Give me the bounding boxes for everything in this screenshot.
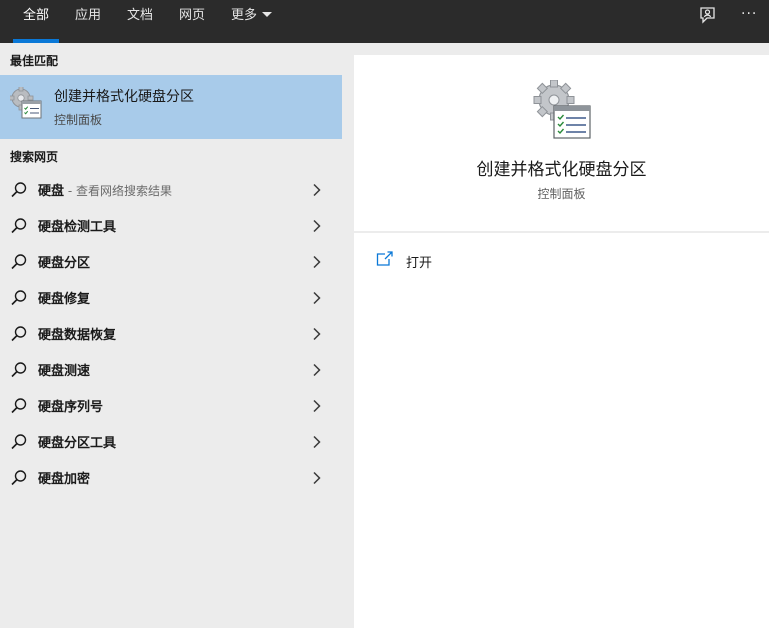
web-search-item[interactable]: 硬盘检测工具	[0, 207, 342, 243]
results-pane: 最佳匹配 创建并格式化硬盘分区 控制面板 搜索网页 硬盘 - 查看网络搜索结果 …	[0, 43, 342, 628]
open-icon	[376, 251, 394, 271]
web-search-item[interactable]: 硬盘修复	[0, 279, 342, 315]
search-filter-bar: 全部 应用 文档 网页 更多 ···	[0, 0, 769, 43]
web-search-query: 硬盘加密	[38, 472, 91, 487]
chevron-right-icon[interactable]	[311, 290, 323, 309]
web-search-query: 硬盘数据恢复	[38, 328, 117, 343]
chevron-right-icon[interactable]	[311, 254, 323, 273]
ellipsis-icon[interactable]: ···	[741, 6, 757, 38]
web-search-query: 硬盘分区	[38, 256, 91, 271]
search-icon	[10, 217, 28, 239]
tab-more[interactable]: 更多	[231, 0, 273, 43]
divider	[354, 231, 769, 233]
web-search-item[interactable]: 硬盘加密	[0, 459, 342, 495]
open-button[interactable]: 打开	[376, 249, 496, 273]
tab-documents[interactable]: 文档	[127, 0, 153, 43]
web-search-item[interactable]: 硬盘分区	[0, 243, 342, 279]
tab-apps[interactable]: 应用	[75, 0, 101, 43]
web-search-item[interactable]: 硬盘数据恢复	[0, 315, 342, 351]
chevron-right-icon[interactable]	[311, 398, 323, 417]
search-icon	[10, 325, 28, 347]
search-icon	[10, 397, 28, 419]
web-search-label: 硬盘分区	[38, 252, 90, 271]
detail-subtitle: 控制面板	[537, 187, 586, 201]
web-search-item[interactable]: 硬盘分区工具	[0, 423, 342, 459]
chevron-right-icon[interactable]	[311, 434, 323, 453]
chevron-right-icon[interactable]	[311, 326, 323, 345]
web-search-query: 硬盘	[38, 184, 65, 199]
chevron-right-icon[interactable]	[311, 218, 323, 237]
web-search-query: 硬盘分区工具	[38, 436, 117, 451]
web-search-item[interactable]: 硬盘 - 查看网络搜索结果	[0, 171, 342, 207]
web-search-label: 硬盘数据恢复	[38, 324, 116, 343]
web-search-label: 硬盘加密	[38, 468, 90, 487]
web-search-item[interactable]: 硬盘序列号	[0, 387, 342, 423]
web-search-label: 硬盘测速	[38, 360, 90, 379]
search-icon	[10, 253, 28, 275]
control-panel-admin-icon	[533, 79, 593, 144]
web-search-query: 硬盘检测工具	[38, 220, 117, 235]
feedback-icon[interactable]	[698, 6, 718, 38]
chevron-down-icon	[262, 12, 273, 17]
best-match-title: 创建并格式化硬盘分区	[54, 89, 194, 105]
web-search-query: 硬盘序列号	[38, 400, 104, 415]
detail-pane: 创建并格式化硬盘分区 控制面板 打开	[354, 55, 769, 628]
best-match-subtitle: 控制面板	[54, 113, 103, 127]
chevron-right-icon[interactable]	[311, 182, 323, 201]
web-search-label: 硬盘 - 查看网络搜索结果	[38, 180, 172, 199]
detail-title: 创建并格式化硬盘分区	[476, 160, 647, 180]
web-search-heading: 搜索网页	[10, 150, 59, 164]
search-icon	[10, 289, 28, 311]
web-search-hint: - 查看网络搜索结果	[64, 184, 172, 198]
chevron-right-icon[interactable]	[311, 470, 323, 489]
search-icon	[10, 433, 28, 455]
tab-more-label: 更多	[231, 8, 258, 23]
chevron-right-icon[interactable]	[311, 362, 323, 381]
web-search-item[interactable]: 硬盘测速	[0, 351, 342, 387]
search-icon	[10, 361, 28, 383]
web-search-label: 硬盘序列号	[38, 396, 103, 415]
control-panel-admin-icon	[8, 85, 44, 125]
tab-all[interactable]: 全部	[13, 0, 59, 43]
best-match-result[interactable]: 创建并格式化硬盘分区 控制面板	[0, 75, 342, 139]
open-label: 打开	[406, 256, 433, 271]
search-icon	[10, 469, 28, 491]
web-search-query: 硬盘修复	[38, 292, 91, 307]
search-icon	[10, 181, 28, 203]
best-match-heading: 最佳匹配	[10, 54, 59, 68]
tab-web[interactable]: 网页	[179, 0, 205, 43]
web-search-label: 硬盘分区工具	[38, 432, 116, 451]
web-search-query: 硬盘测速	[38, 364, 91, 379]
web-search-label: 硬盘检测工具	[38, 216, 116, 235]
web-search-label: 硬盘修复	[38, 288, 90, 307]
